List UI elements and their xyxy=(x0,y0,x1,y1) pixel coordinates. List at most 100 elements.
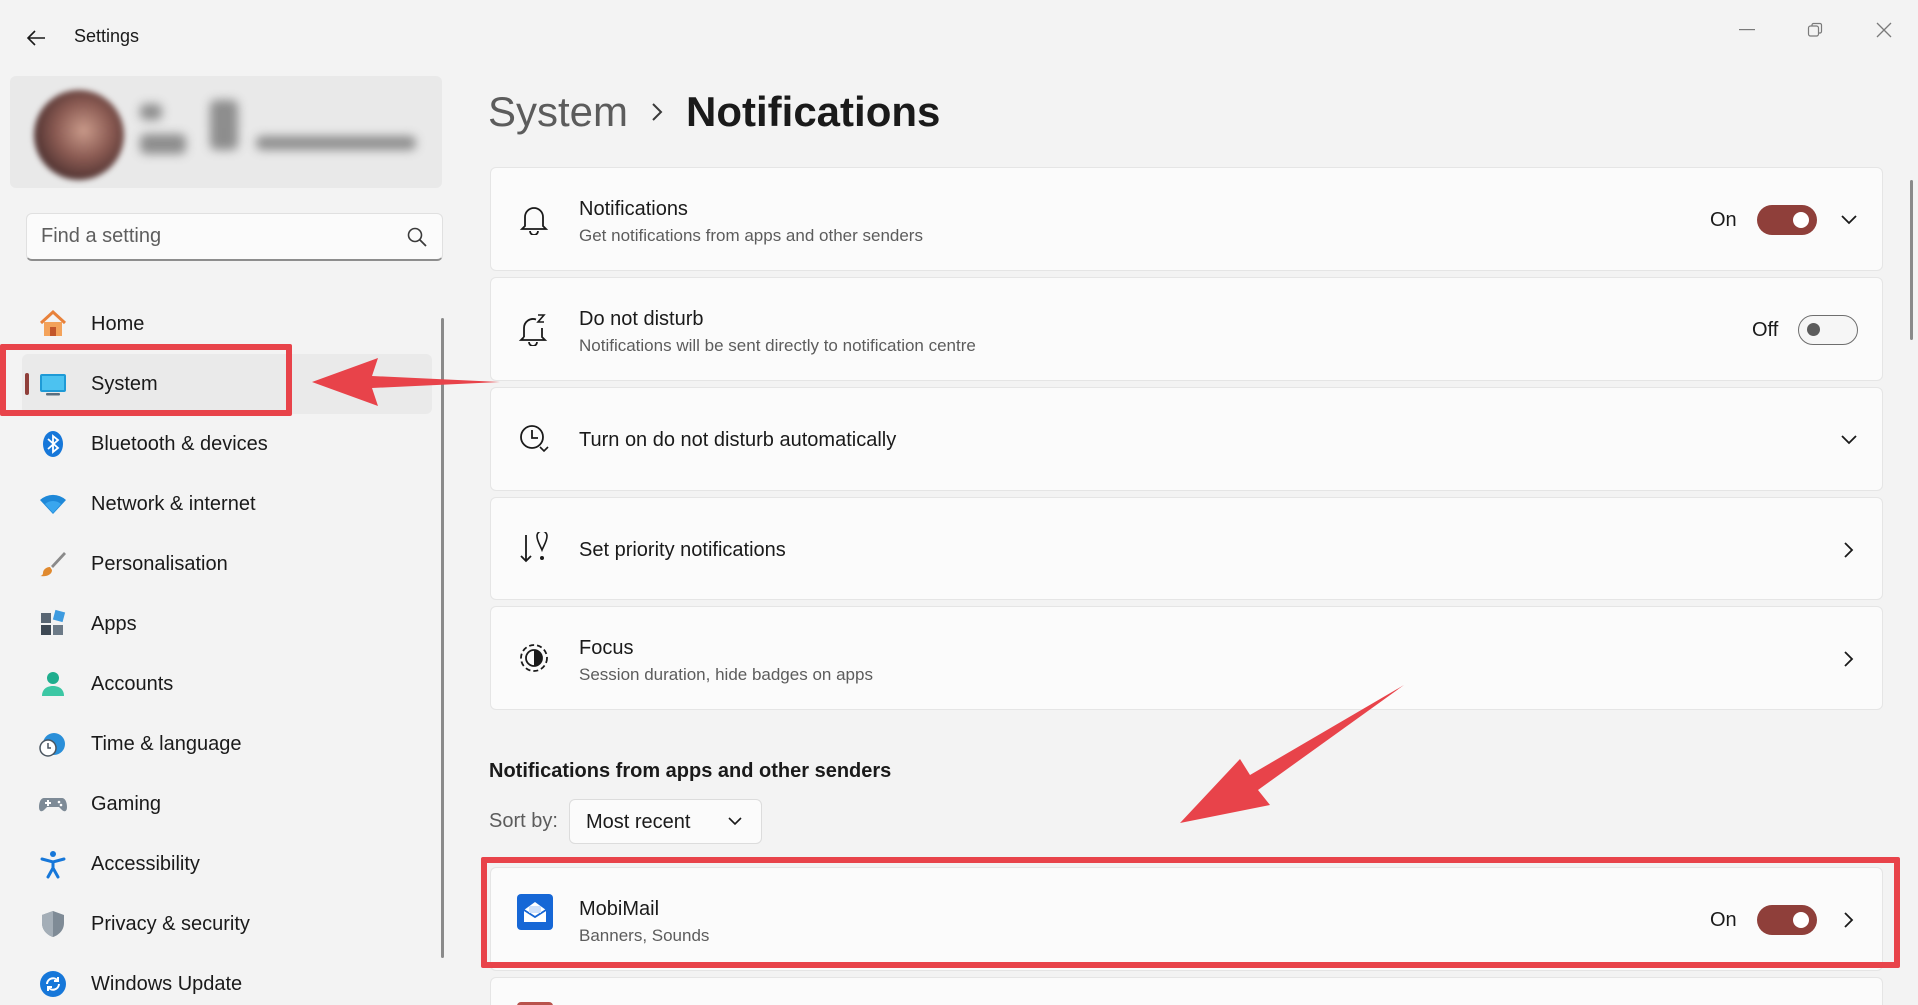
mobimail-toggle[interactable] xyxy=(1757,905,1817,935)
sidebar-item-time-language[interactable]: Time & language xyxy=(22,714,432,774)
clock-icon xyxy=(517,422,551,456)
setting-title: Notifications xyxy=(579,198,688,220)
sidebar-item-windows-update[interactable]: Windows Update xyxy=(22,954,432,1005)
priority-notifications-card[interactable]: Set priority notifications xyxy=(490,497,1883,600)
app-notification-detail: Banners, Sounds xyxy=(579,926,710,945)
apps-icon xyxy=(38,609,68,639)
search-box xyxy=(26,213,443,261)
back-arrow-icon xyxy=(26,30,45,46)
clock-globe-icon xyxy=(38,729,68,759)
restore-icon xyxy=(1807,22,1823,37)
notifications-setting-card[interactable]: Notifications Get notifications from app… xyxy=(490,167,1883,271)
priority-sort-icon xyxy=(517,532,551,566)
sidebar-item-label: Time & language xyxy=(91,732,242,755)
chevron-right-icon[interactable] xyxy=(1837,908,1861,932)
sidebar-item-accessibility[interactable]: Accessibility xyxy=(22,834,432,894)
search-icon[interactable] xyxy=(406,226,428,248)
sort-dropdown[interactable]: Most recent xyxy=(569,799,762,844)
setting-title: Focus xyxy=(579,637,634,659)
sort-value: Most recent xyxy=(586,811,691,833)
sidebar-item-label: Windows Update xyxy=(91,972,243,995)
breadcrumb-chevron-icon xyxy=(650,101,664,123)
gamepad-icon xyxy=(38,789,68,819)
sidebar-scrollbar[interactable] xyxy=(441,318,444,958)
avatar xyxy=(34,90,124,180)
home-icon xyxy=(38,309,68,339)
sidebar-item-label: Bluetooth & devices xyxy=(91,432,268,455)
close-icon xyxy=(1876,22,1892,38)
restore-button[interactable] xyxy=(1793,12,1837,48)
breadcrumb-parent[interactable]: System xyxy=(488,88,628,136)
monitor-icon xyxy=(38,369,68,399)
accessibility-icon xyxy=(38,849,68,879)
back-button[interactable] xyxy=(20,22,52,54)
refresh-icon xyxy=(38,969,68,999)
sidebar-item-apps[interactable]: Apps xyxy=(22,594,432,654)
sidebar-item-label: Apps xyxy=(91,612,137,635)
brush-icon xyxy=(38,549,68,579)
person-icon xyxy=(38,669,68,699)
blurred-email xyxy=(256,136,416,150)
toggle-state-label: On xyxy=(1710,209,1737,231)
minimize-button[interactable] xyxy=(1725,12,1769,48)
focus-icon xyxy=(517,641,551,675)
setting-subtitle: Session duration, hide badges on apps xyxy=(579,665,873,684)
app-notification-card-mobimail[interactable]: MobiMail Banners, Sounds On xyxy=(490,867,1883,971)
sidebar-item-network[interactable]: Network & internet xyxy=(22,474,432,534)
blurred-name xyxy=(140,134,186,154)
minimize-icon xyxy=(1739,29,1755,31)
bell-snooze-icon xyxy=(517,312,551,346)
chevron-down-icon[interactable] xyxy=(1837,428,1861,452)
app-notification-card-next[interactable] xyxy=(490,977,1883,1005)
annotation-arrow-icon xyxy=(1180,685,1404,823)
sidebar-item-label: Network & internet xyxy=(91,492,256,515)
chevron-right-icon[interactable] xyxy=(1837,647,1861,671)
toggle-state-label: On xyxy=(1710,909,1737,931)
app-title: Settings xyxy=(74,26,140,46)
sidebar-item-bluetooth[interactable]: Bluetooth & devices xyxy=(22,414,432,474)
notifications-toggle[interactable] xyxy=(1757,205,1817,235)
sidebar: Home System Bluetooth & devices Network … xyxy=(0,72,445,1005)
user-profile-card[interactable] xyxy=(10,76,442,188)
setting-title: Set priority notifications xyxy=(579,539,786,561)
sidebar-item-accounts[interactable]: Accounts xyxy=(22,654,432,714)
sidebar-item-label: Accessibility xyxy=(91,852,200,875)
dnd-automatic-card[interactable]: Turn on do not disturb automatically xyxy=(490,387,1883,491)
mail-icon xyxy=(517,894,553,930)
setting-subtitle: Notifications will be sent directly to n… xyxy=(579,336,976,355)
sort-label: Sort by: xyxy=(489,810,558,832)
setting-subtitle: Get notifications from apps and other se… xyxy=(579,226,923,245)
chevron-right-icon[interactable] xyxy=(1837,538,1861,562)
sidebar-item-privacy-security[interactable]: Privacy & security xyxy=(22,894,432,954)
search-input[interactable] xyxy=(41,214,401,258)
shield-icon xyxy=(38,909,68,939)
sidebar-item-label: Privacy & security xyxy=(91,912,250,935)
sidebar-item-label: Gaming xyxy=(91,792,162,815)
bell-icon xyxy=(517,202,551,236)
toggle-state-label: Off xyxy=(1752,319,1779,341)
sidebar-item-label: System xyxy=(91,372,158,395)
sidebar-item-label: Home xyxy=(91,312,145,335)
sidebar-item-label: Personalisation xyxy=(91,552,228,575)
setting-title: Turn on do not disturb automatically xyxy=(579,429,897,451)
chevron-down-icon[interactable] xyxy=(1837,208,1861,232)
page-title: Notifications xyxy=(686,88,941,135)
do-not-disturb-toggle[interactable] xyxy=(1798,315,1858,345)
active-indicator xyxy=(25,373,29,395)
title-bar: Settings xyxy=(0,0,1918,72)
blurred-name xyxy=(140,104,162,120)
sidebar-item-gaming[interactable]: Gaming xyxy=(22,774,432,834)
sidebar-item-label: Accounts xyxy=(91,672,174,695)
blurred-name xyxy=(210,100,238,150)
bluetooth-icon xyxy=(38,429,68,459)
app-name: MobiMail xyxy=(579,898,660,920)
setting-title: Do not disturb xyxy=(579,308,704,330)
wifi-icon xyxy=(38,489,68,519)
chevron-down-icon xyxy=(728,817,742,826)
breadcrumb: System Notifications xyxy=(488,84,940,140)
close-button[interactable] xyxy=(1862,12,1906,48)
apps-section-title: Notifications from apps and other sender… xyxy=(489,760,892,782)
sidebar-item-personalisation[interactable]: Personalisation xyxy=(22,534,432,594)
main-scrollbar[interactable] xyxy=(1910,180,1913,340)
sidebar-item-home[interactable]: Home xyxy=(22,294,432,354)
